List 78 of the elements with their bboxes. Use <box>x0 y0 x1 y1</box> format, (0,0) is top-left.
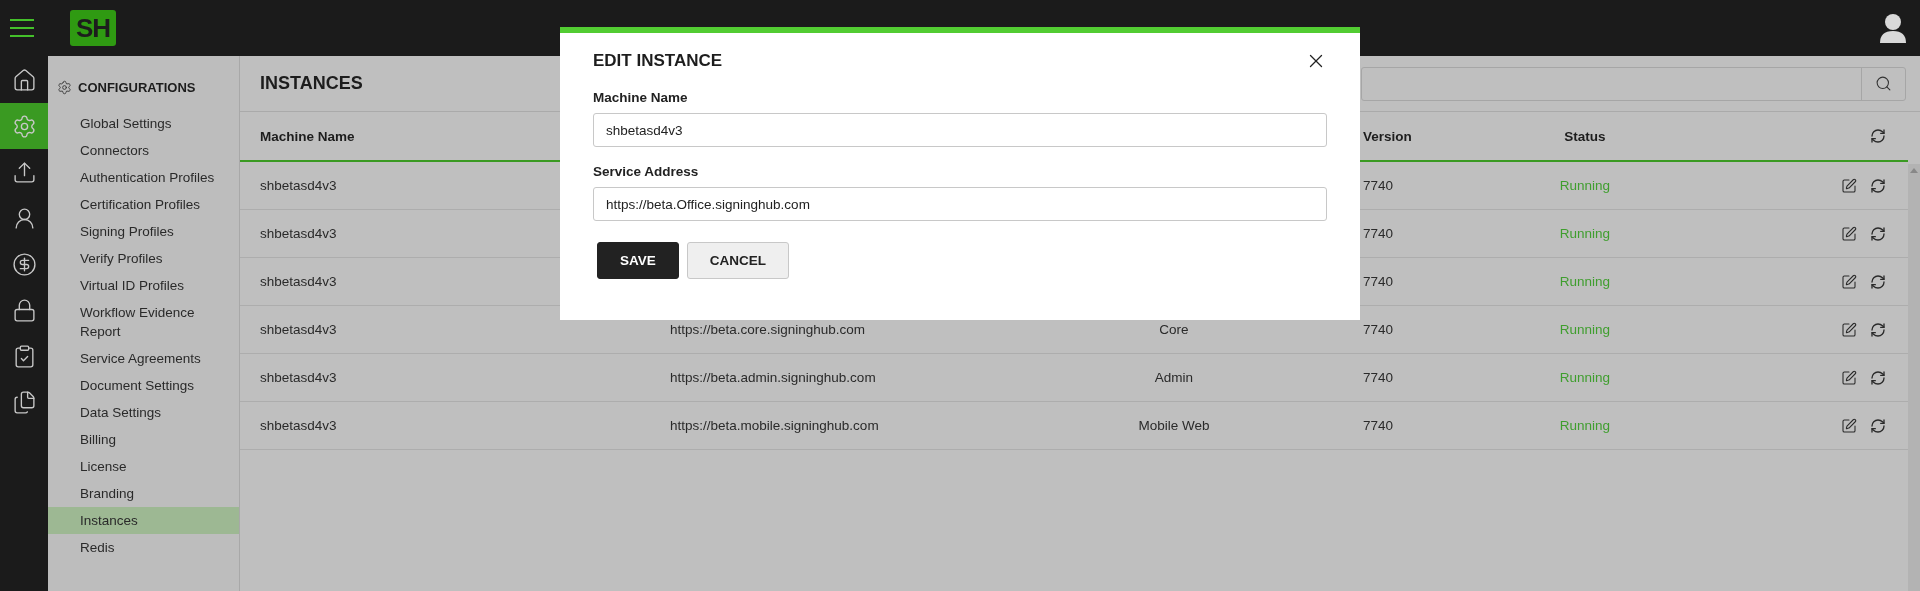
table-cell: 7740 <box>1363 226 1394 241</box>
sidebar-item[interactable]: Billing <box>48 426 239 453</box>
edit-icon[interactable] <box>1841 417 1857 434</box>
table-cell: shbetasd4v3 <box>260 322 337 337</box>
upload-icon <box>11 159 37 185</box>
refresh-icon[interactable] <box>1870 273 1886 290</box>
scrollbar[interactable] <box>1908 164 1920 591</box>
status-text: Running <box>1559 322 1611 337</box>
sidebar-item[interactable]: Service Agreements <box>48 345 239 372</box>
logo[interactable]: SH <box>70 10 116 46</box>
field-label: Service Address <box>593 164 700 179</box>
sidebar-item[interactable]: Global Settings <box>48 110 239 137</box>
page-title: INSTANCES <box>260 73 364 94</box>
table-cell: shbetasd4v3 <box>260 370 337 385</box>
column-header: Version <box>1363 128 1412 144</box>
edit-icon[interactable] <box>1841 273 1857 290</box>
sidebar-item[interactable]: Verify Profiles <box>48 245 239 272</box>
document-icon <box>11 389 37 415</box>
table-cell: https://beta.mobile.signinghub.com <box>670 418 879 433</box>
table-cell: shbetasd4v3 <box>260 418 337 433</box>
avatar-icon[interactable] <box>1880 13 1906 43</box>
sidebar-item[interactable]: Authentication Profiles <box>48 164 239 191</box>
save-button[interactable]: SAVE <box>597 242 679 279</box>
table-cell: 7740 <box>1363 370 1394 385</box>
table-cell: 7740 <box>1363 322 1394 337</box>
edit-icon[interactable] <box>1841 225 1857 242</box>
table-cell: Core <box>1159 322 1189 337</box>
settings-icon <box>57 79 72 95</box>
sidebar-item[interactable]: Document Settings <box>48 372 239 399</box>
sidebar-item[interactable]: Certification Profiles <box>48 191 239 218</box>
column-header: Status <box>1564 128 1606 144</box>
menu-icon[interactable] <box>10 19 34 37</box>
refresh-icon[interactable] <box>1870 128 1886 144</box>
search-icon <box>1875 75 1892 92</box>
table-cell: 7740 <box>1363 418 1394 433</box>
lock-icon <box>11 297 37 323</box>
refresh-icon[interactable] <box>1870 417 1886 434</box>
table-cell: https://beta.admin.signinghub.com <box>670 370 876 385</box>
table-cell: 7740 <box>1363 178 1394 193</box>
sidebar-item[interactable]: Virtual ID Profiles <box>48 272 239 299</box>
dollar-icon <box>11 251 37 277</box>
cancel-button[interactable]: CANCEL <box>686 242 789 279</box>
sidebar-item[interactable]: Instances <box>48 507 239 534</box>
status-text: Running <box>1559 370 1611 385</box>
table-cell: Mobile Web <box>1138 418 1210 433</box>
sidebar-item[interactable]: Connectors <box>48 137 239 164</box>
status-text: Running <box>1559 226 1611 241</box>
table-cell: shbetasd4v3 <box>260 226 337 241</box>
refresh-icon[interactable] <box>1870 225 1886 242</box>
edit-icon[interactable] <box>1841 177 1857 194</box>
settings-icon <box>11 113 37 139</box>
status-text: Running <box>1559 178 1611 193</box>
table-cell: Admin <box>1154 370 1194 385</box>
table-cell: shbetasd4v3 <box>260 274 337 289</box>
table-cell: https://beta.core.signinghub.com <box>670 322 866 337</box>
sidebar-item[interactable]: Redis <box>48 534 239 561</box>
search-field[interactable] <box>1361 66 1906 101</box>
field-label: Machine Name <box>593 90 689 105</box>
table-cell: shbetasd4v3 <box>260 178 337 193</box>
refresh-icon[interactable] <box>1870 177 1886 194</box>
refresh-icon[interactable] <box>1870 369 1886 386</box>
sidebar-item[interactable]: License <box>48 453 239 480</box>
sidebar-item[interactable]: Signing Profiles <box>48 218 239 245</box>
dialog-title: EDIT INSTANCE <box>593 51 723 71</box>
sidebar-item[interactable]: Data Settings <box>48 399 239 426</box>
status-text: Running <box>1559 418 1611 433</box>
home-icon <box>11 67 37 93</box>
input-field[interactable]: shbetasd4v3 <box>593 113 1327 147</box>
table-cell: 7740 <box>1363 274 1394 289</box>
column-header: Machine Name <box>260 128 355 144</box>
sidebar-item[interactable]: Workflow Evidence Report <box>48 299 239 345</box>
sidebar-title: CONFIGURATIONS <box>78 79 196 95</box>
edit-icon[interactable] <box>1841 321 1857 338</box>
input-field[interactable]: https://beta.Office.signinghub.com <box>593 187 1327 221</box>
status-text: Running <box>1559 274 1611 289</box>
edit-icon[interactable] <box>1841 369 1857 386</box>
refresh-icon[interactable] <box>1870 321 1886 338</box>
sidebar-item[interactable]: Branding <box>48 480 239 507</box>
